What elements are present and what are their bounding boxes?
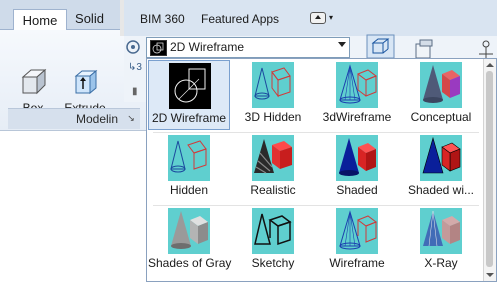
viewport-cube-icon[interactable]: [366, 34, 396, 60]
gallery-scrollbar[interactable]: [483, 59, 496, 281]
style-label: 2D Wireframe: [151, 111, 226, 125]
style-item-shaded[interactable]: Shaded: [316, 133, 398, 203]
style-label: 3dWireframe: [322, 110, 392, 124]
style-label: Shades of Gray: [148, 256, 232, 270]
style-label: Wireframe: [329, 256, 385, 270]
shaded-with-edges-icon: [420, 135, 462, 181]
style-label: 3D Hidden: [244, 110, 302, 124]
style-item-2d-wireframe[interactable]: 2D Wireframe: [148, 60, 230, 130]
style-item-3dwireframe[interactable]: 3dWireframe: [316, 60, 398, 130]
orbit-icon[interactable]: [124, 38, 144, 58]
visual-style-combo[interactable]: 2D Wireframe: [146, 37, 350, 58]
scroll-down-icon[interactable]: [486, 273, 494, 277]
2d-wireframe-thumb-icon: [150, 40, 167, 56]
style-label: Sketchy: [251, 256, 295, 270]
style-item-realistic[interactable]: Realistic: [232, 133, 314, 203]
left-ribbon-tabs: Home Solid: [0, 0, 120, 31]
scroll-up-icon[interactable]: [486, 63, 494, 67]
extrude-icon: [74, 69, 98, 95]
visual-style-gallery: 2D Wireframe 3D Hidden 3dWireframe Conce…: [146, 58, 497, 282]
modeling-panel-title-bar: Modelin ↘: [8, 108, 140, 129]
scroll-thumb[interactable]: [486, 71, 493, 267]
shades-of-gray-icon: [168, 208, 210, 254]
hidden-icon: [168, 135, 210, 181]
tab-home[interactable]: Home: [13, 9, 67, 31]
style-item-sketchy[interactable]: Sketchy: [232, 206, 314, 276]
style-label: Shaded: [336, 183, 378, 197]
style-item-shades-of-gray[interactable]: Shades of Gray: [148, 206, 232, 276]
tab-solid[interactable]: Solid: [67, 8, 112, 29]
node-icon[interactable]: [476, 38, 496, 60]
style-label: X-Ray: [424, 256, 458, 270]
style-label: Hidden: [169, 183, 209, 197]
style-item-x-ray[interactable]: X-Ray: [400, 206, 482, 276]
x-ray-icon: [420, 208, 462, 254]
modeling-panel-title: Modelin: [75, 112, 118, 126]
minimize-ribbon-icon: [310, 12, 326, 24]
style-item-conceptual[interactable]: Conceptual: [400, 60, 482, 130]
tab-bim-360[interactable]: BIM 360: [140, 12, 185, 26]
style-item-hidden[interactable]: Hidden: [148, 133, 230, 203]
chevron-down-icon: ▾: [329, 13, 334, 22]
3d-wireframe-icon: [336, 62, 378, 108]
box-icon: [21, 68, 47, 95]
style-item-3d-hidden[interactable]: 3D Hidden: [232, 60, 314, 130]
style-label: Shaded wi...: [407, 183, 475, 197]
style-label: Realistic: [250, 183, 296, 197]
panel-launcher-icon[interactable]: ↘: [124, 111, 138, 125]
scroll-indicator-icon[interactable]: ▮: [132, 86, 138, 97]
ribbon-tab-strip: BIM 360 Featured Apps ▾: [124, 0, 497, 37]
style-item-shaded-with-edges[interactable]: Shaded wi...: [400, 133, 482, 203]
style-label: Conceptual: [410, 110, 472, 124]
3d-hidden-icon: [252, 62, 294, 108]
2d-wireframe-icon: [169, 63, 211, 109]
chevron-down-icon[interactable]: [338, 42, 346, 47]
sketchy-icon: [252, 208, 294, 254]
wireframe-icon: [336, 208, 378, 254]
realistic-icon: [252, 135, 294, 181]
shaded-icon: [336, 135, 378, 181]
style-item-wireframe[interactable]: Wireframe: [316, 206, 398, 276]
tab-featured-apps[interactable]: Featured Apps: [201, 12, 279, 26]
visual-style-value: 2D Wireframe: [170, 40, 245, 54]
ribbon-display-toggle[interactable]: ▾: [310, 11, 342, 25]
left-toolbar-fragment: ↳3 ▮: [124, 58, 146, 102]
view-box-icon[interactable]: [412, 38, 436, 60]
conceptual-icon: [420, 62, 462, 108]
ucs-icon[interactable]: ↳3: [128, 62, 142, 73]
